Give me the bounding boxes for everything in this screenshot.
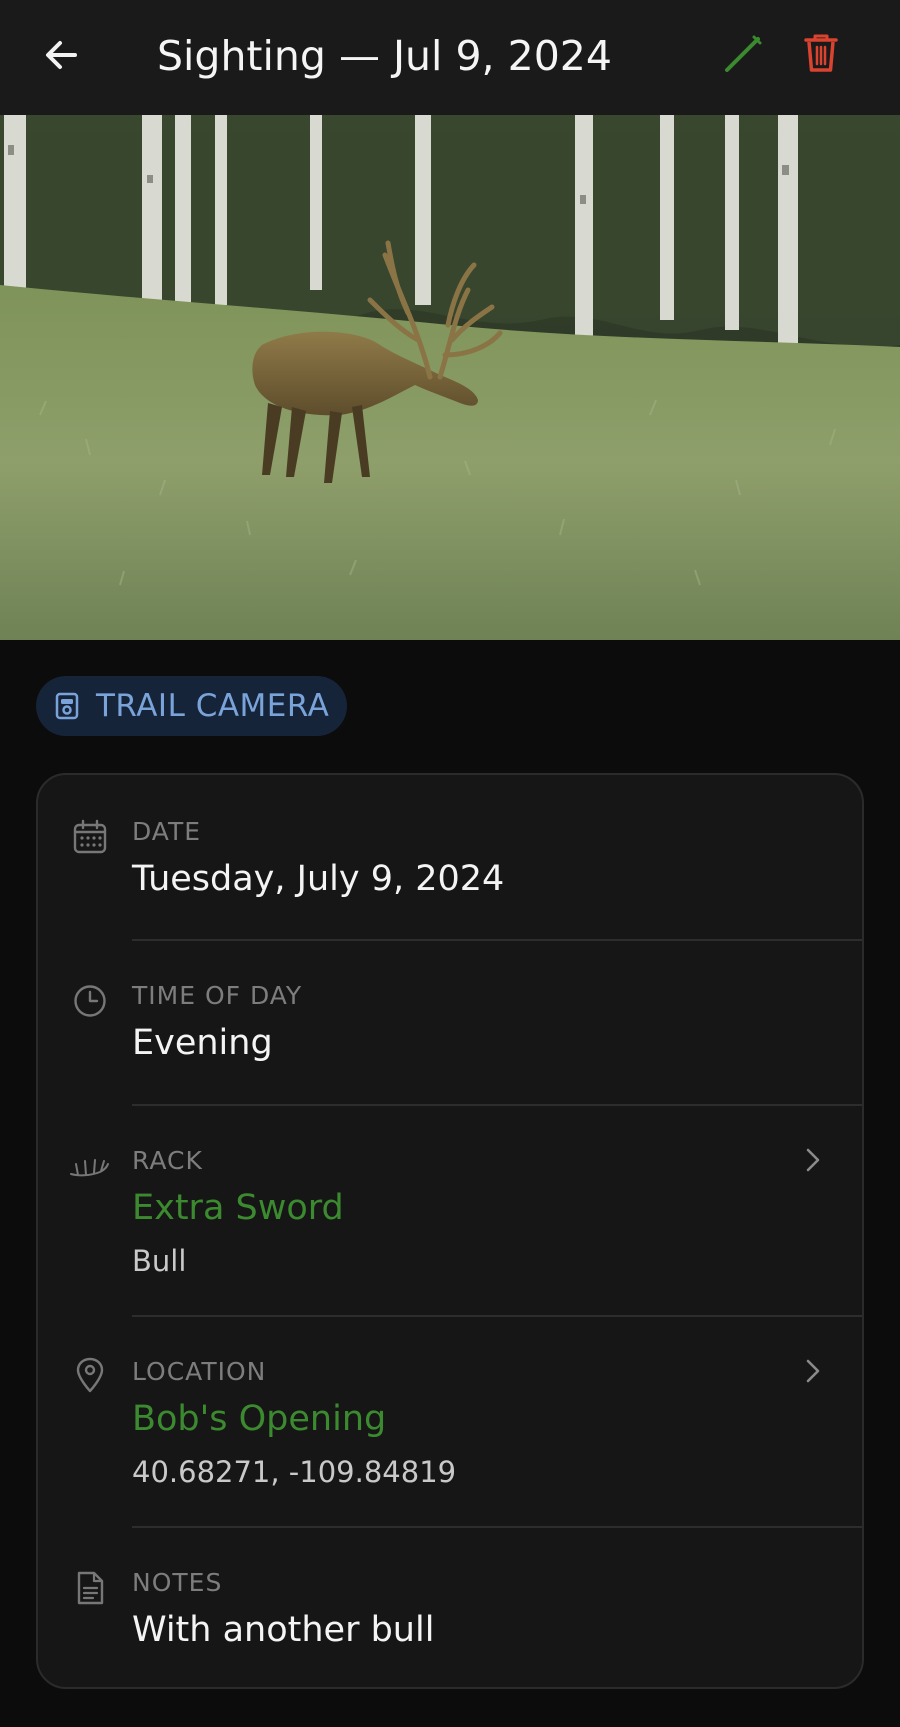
source-chip-label: TRAIL CAMERA (96, 688, 330, 724)
time-of-day-label: TIME OF DAY (132, 981, 303, 1010)
trail-camera-icon (52, 691, 82, 721)
location-label: LOCATION (132, 1357, 267, 1386)
app-bar: Sighting — Jul 9, 2024 (0, 0, 900, 115)
chevron-right-icon[interactable] (798, 1146, 826, 1174)
sighting-photo[interactable] (0, 115, 900, 640)
notes-label: NOTES (132, 1568, 223, 1597)
date-label: DATE (132, 817, 202, 846)
rack-sub: Bull (132, 1244, 187, 1278)
location-value[interactable]: Bob's Opening (132, 1399, 386, 1439)
calendar-icon (73, 819, 107, 854)
elk-photo-illustration (0, 115, 900, 640)
antler-icon (70, 1159, 109, 1177)
page-title: Sighting — Jul 9, 2024 (157, 32, 612, 80)
time-of-day-value: Evening (132, 1023, 273, 1063)
pencil-icon (725, 35, 762, 72)
location-coordinates: 40.68271, -109.84819 (132, 1455, 457, 1489)
back-button[interactable] (36, 30, 86, 80)
delete-button[interactable] (796, 28, 846, 78)
chevron-right-icon[interactable] (798, 1357, 826, 1385)
rack-value[interactable]: Extra Sword (132, 1188, 344, 1228)
detail-row-time-of-day: TIME OF DAY Evening (38, 941, 862, 1105)
details-card: DATE Tuesday, July 9, 2024 TIME OF DAY E… (36, 773, 864, 1689)
edit-button[interactable] (718, 28, 768, 78)
rack-label: RACK (132, 1146, 203, 1175)
detail-row-rack[interactable]: RACK Extra Sword Bull (38, 1106, 862, 1316)
clock-icon (74, 985, 106, 1017)
map-pin-icon (76, 1357, 104, 1393)
source-chip: TRAIL CAMERA (36, 676, 348, 736)
document-icon (77, 1571, 104, 1605)
notes-value: With another bull (132, 1610, 435, 1650)
arrow-left-icon (46, 41, 77, 69)
date-value: Tuesday, July 9, 2024 (132, 859, 505, 899)
detail-row-location[interactable]: LOCATION Bob's Opening 40.68271, -109.84… (38, 1317, 862, 1527)
trash-icon (804, 34, 838, 72)
detail-row-notes: NOTES With another bull (38, 1528, 862, 1687)
detail-row-date: DATE Tuesday, July 9, 2024 (38, 775, 862, 940)
